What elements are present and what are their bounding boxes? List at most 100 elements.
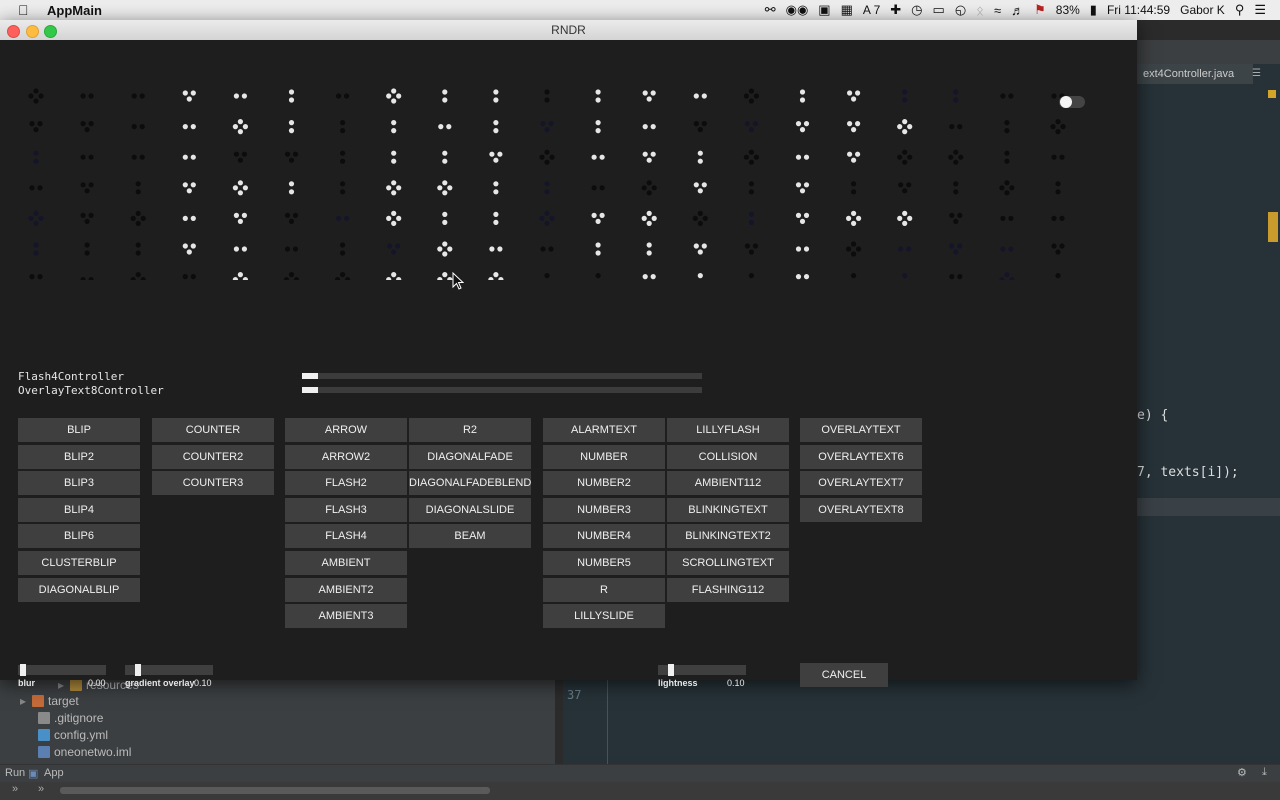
effect-button-ambient112[interactable]: AMBIENT112: [667, 471, 789, 496]
scroll-marker[interactable]: [1268, 212, 1278, 242]
link-icon[interactable]: ⚯: [765, 2, 776, 18]
effect-button-overlaytext7[interactable]: OVERLAYTEXT7: [800, 471, 922, 496]
effect-button-number2[interactable]: NUMBER2: [543, 471, 665, 496]
effect-button-counter2[interactable]: COUNTER2: [152, 444, 274, 469]
lightness-slider[interactable]: [658, 664, 746, 676]
effect-button-overlaytext[interactable]: OVERLAYTEXT: [800, 418, 922, 442]
effect-button-ambient[interactable]: AMBIENT: [285, 551, 407, 575]
bluetooth-icon[interactable]: ᛟ: [976, 3, 984, 18]
effect-button-counter[interactable]: COUNTER: [152, 418, 274, 442]
matrix-dot: [697, 210, 703, 216]
airplay-icon[interactable]: ▭: [933, 2, 945, 18]
effect-button-flash4[interactable]: FLASH4: [285, 524, 407, 549]
run-label[interactable]: Run: [5, 767, 25, 779]
matrix-dot: [650, 124, 656, 130]
battery-percent[interactable]: 83%: [1056, 3, 1080, 17]
effect-button-beam[interactable]: BEAM: [409, 524, 531, 549]
effect-button-ambient3[interactable]: AMBIENT3: [285, 604, 407, 629]
effect-button-overlaytext6[interactable]: OVERLAYTEXT6: [800, 444, 922, 469]
tree-item-config[interactable]: config.yml: [38, 728, 108, 742]
effect-button-diagonalblip[interactable]: DIAGONALBLIP: [18, 577, 140, 602]
matrix-dot: [88, 277, 94, 280]
effect-button-scrollingtext[interactable]: SCROLLINGTEXT: [667, 551, 789, 575]
clock-icon[interactable]: ◷: [911, 2, 922, 18]
battery-icon[interactable]: ▮: [1090, 2, 1097, 18]
matrix-dot: [697, 249, 703, 255]
chevron-right-icon[interactable]: »: [12, 783, 18, 795]
blur-slider[interactable]: [18, 664, 106, 676]
cancel-button[interactable]: CANCEL: [800, 663, 888, 687]
app-run-icon[interactable]: ▣: [28, 767, 38, 780]
effect-button-flash2[interactable]: FLASH2: [285, 471, 407, 496]
effect-button-collision[interactable]: COLLISION: [667, 444, 789, 469]
effect-button-diagonalfadeblend[interactable]: DIAGONALFADEBLEND: [409, 471, 531, 496]
matrix-dot: [340, 181, 346, 187]
effect-button-overlaytext8[interactable]: OVERLAYTEXT8: [800, 497, 922, 522]
user-name[interactable]: Gabor K: [1180, 3, 1225, 17]
expand-arrow-icon[interactable]: ▸: [58, 678, 64, 692]
effect-button-number5[interactable]: NUMBER5: [543, 551, 665, 575]
slider-thumb[interactable]: [135, 664, 141, 676]
download-icon[interactable]: ⤓: [1262, 766, 1267, 779]
gradient-overlay-slider[interactable]: [125, 664, 213, 676]
toggle-switch[interactable]: [1059, 96, 1085, 108]
matrix-dot: [748, 127, 755, 133]
warning-marker[interactable]: [1268, 90, 1276, 98]
matrix-dot: [182, 274, 188, 280]
effect-button-blip3[interactable]: BLIP3: [18, 471, 140, 496]
app-label[interactable]: App: [44, 767, 64, 779]
tree-item-target[interactable]: ▸ target: [20, 694, 79, 708]
effect-button-clusterblip[interactable]: CLUSTERBLIP: [18, 551, 140, 575]
effect-button-blip2[interactable]: BLIP2: [18, 444, 140, 469]
effect-button-lillyslide[interactable]: LILLYSLIDE: [543, 604, 665, 629]
time-machine-icon[interactable]: ◵: [955, 2, 966, 18]
expand-arrow-icon[interactable]: ▸: [20, 694, 26, 708]
effect-button-arrow[interactable]: ARROW: [285, 418, 407, 442]
effect-button-number3[interactable]: NUMBER3: [543, 497, 665, 522]
robot-icon[interactable]: ▣: [818, 2, 830, 18]
search-icon[interactable]: ⚲: [1235, 2, 1245, 18]
effect-button-ambient2[interactable]: AMBIENT2: [285, 577, 407, 602]
input-badge[interactable]: A 7: [863, 3, 880, 17]
effect-button-blinkingtext[interactable]: BLINKINGTEXT: [667, 497, 789, 522]
effect-button-blip6[interactable]: BLIP6: [18, 524, 140, 549]
ide-editor-tab[interactable]: ext4Controller.java: [1137, 64, 1253, 84]
slider-thumb[interactable]: [20, 664, 26, 676]
tree-item-gitignore[interactable]: .gitignore: [38, 711, 103, 725]
effect-button-alarmtext[interactable]: ALARMTEXT: [543, 418, 665, 442]
effect-button-blinkingtext2[interactable]: BLINKINGTEXT2: [667, 524, 789, 549]
tree-item-iml[interactable]: oneonetwo.iml: [38, 745, 131, 759]
effect-button-blip4[interactable]: BLIP4: [18, 497, 140, 522]
slider-thumb[interactable]: [668, 664, 674, 676]
wifi-icon[interactable]: ≈: [994, 3, 1001, 18]
effect-button-number4[interactable]: NUMBER4: [543, 524, 665, 549]
plus-icon[interactable]: ✚: [890, 2, 901, 18]
effect-button-flash3[interactable]: FLASH3: [285, 497, 407, 522]
gear-icon[interactable]: ⚙: [1237, 766, 1247, 779]
chevron-right-icon[interactable]: »: [38, 783, 44, 795]
grid-icon[interactable]: ▦: [841, 2, 853, 18]
effect-button-arrow2[interactable]: ARROW2: [285, 444, 407, 469]
horizontal-scrollbar[interactable]: [60, 787, 490, 794]
matrix-dot: [748, 211, 755, 217]
effect-button-flashing112[interactable]: FLASHING112: [667, 577, 789, 602]
matrix-dot: [237, 180, 243, 186]
matrix-dot: [1050, 124, 1056, 130]
effect-button-r[interactable]: R: [543, 577, 665, 602]
effect-button-diagonalslide[interactable]: DIAGONALSLIDE: [409, 497, 531, 522]
effect-button-counter3[interactable]: COUNTER3: [152, 471, 274, 496]
effect-button-lillyflash[interactable]: LILLYFLASH: [667, 418, 789, 442]
effect-button-diagonalfade[interactable]: DIAGONALFADE: [409, 444, 531, 469]
volume-icon[interactable]: ♬: [1011, 3, 1024, 18]
effect-button-blip[interactable]: BLIP: [18, 418, 140, 442]
matrix-dot: [1055, 189, 1061, 195]
clock-text[interactable]: Fri 11:44:59: [1107, 3, 1170, 17]
effect-button-r2[interactable]: R2: [409, 418, 531, 442]
tab-overflow-icon[interactable]: ☰: [1252, 64, 1280, 84]
glasses-icon[interactable]: ◉◉: [786, 2, 809, 18]
app-name[interactable]: AppMain: [47, 3, 102, 18]
flag-icon[interactable]: ⚑: [1034, 2, 1046, 18]
list-icon[interactable]: ☰: [1254, 2, 1266, 18]
apple-icon[interactable]: : [18, 2, 29, 18]
effect-button-number[interactable]: NUMBER: [543, 444, 665, 469]
